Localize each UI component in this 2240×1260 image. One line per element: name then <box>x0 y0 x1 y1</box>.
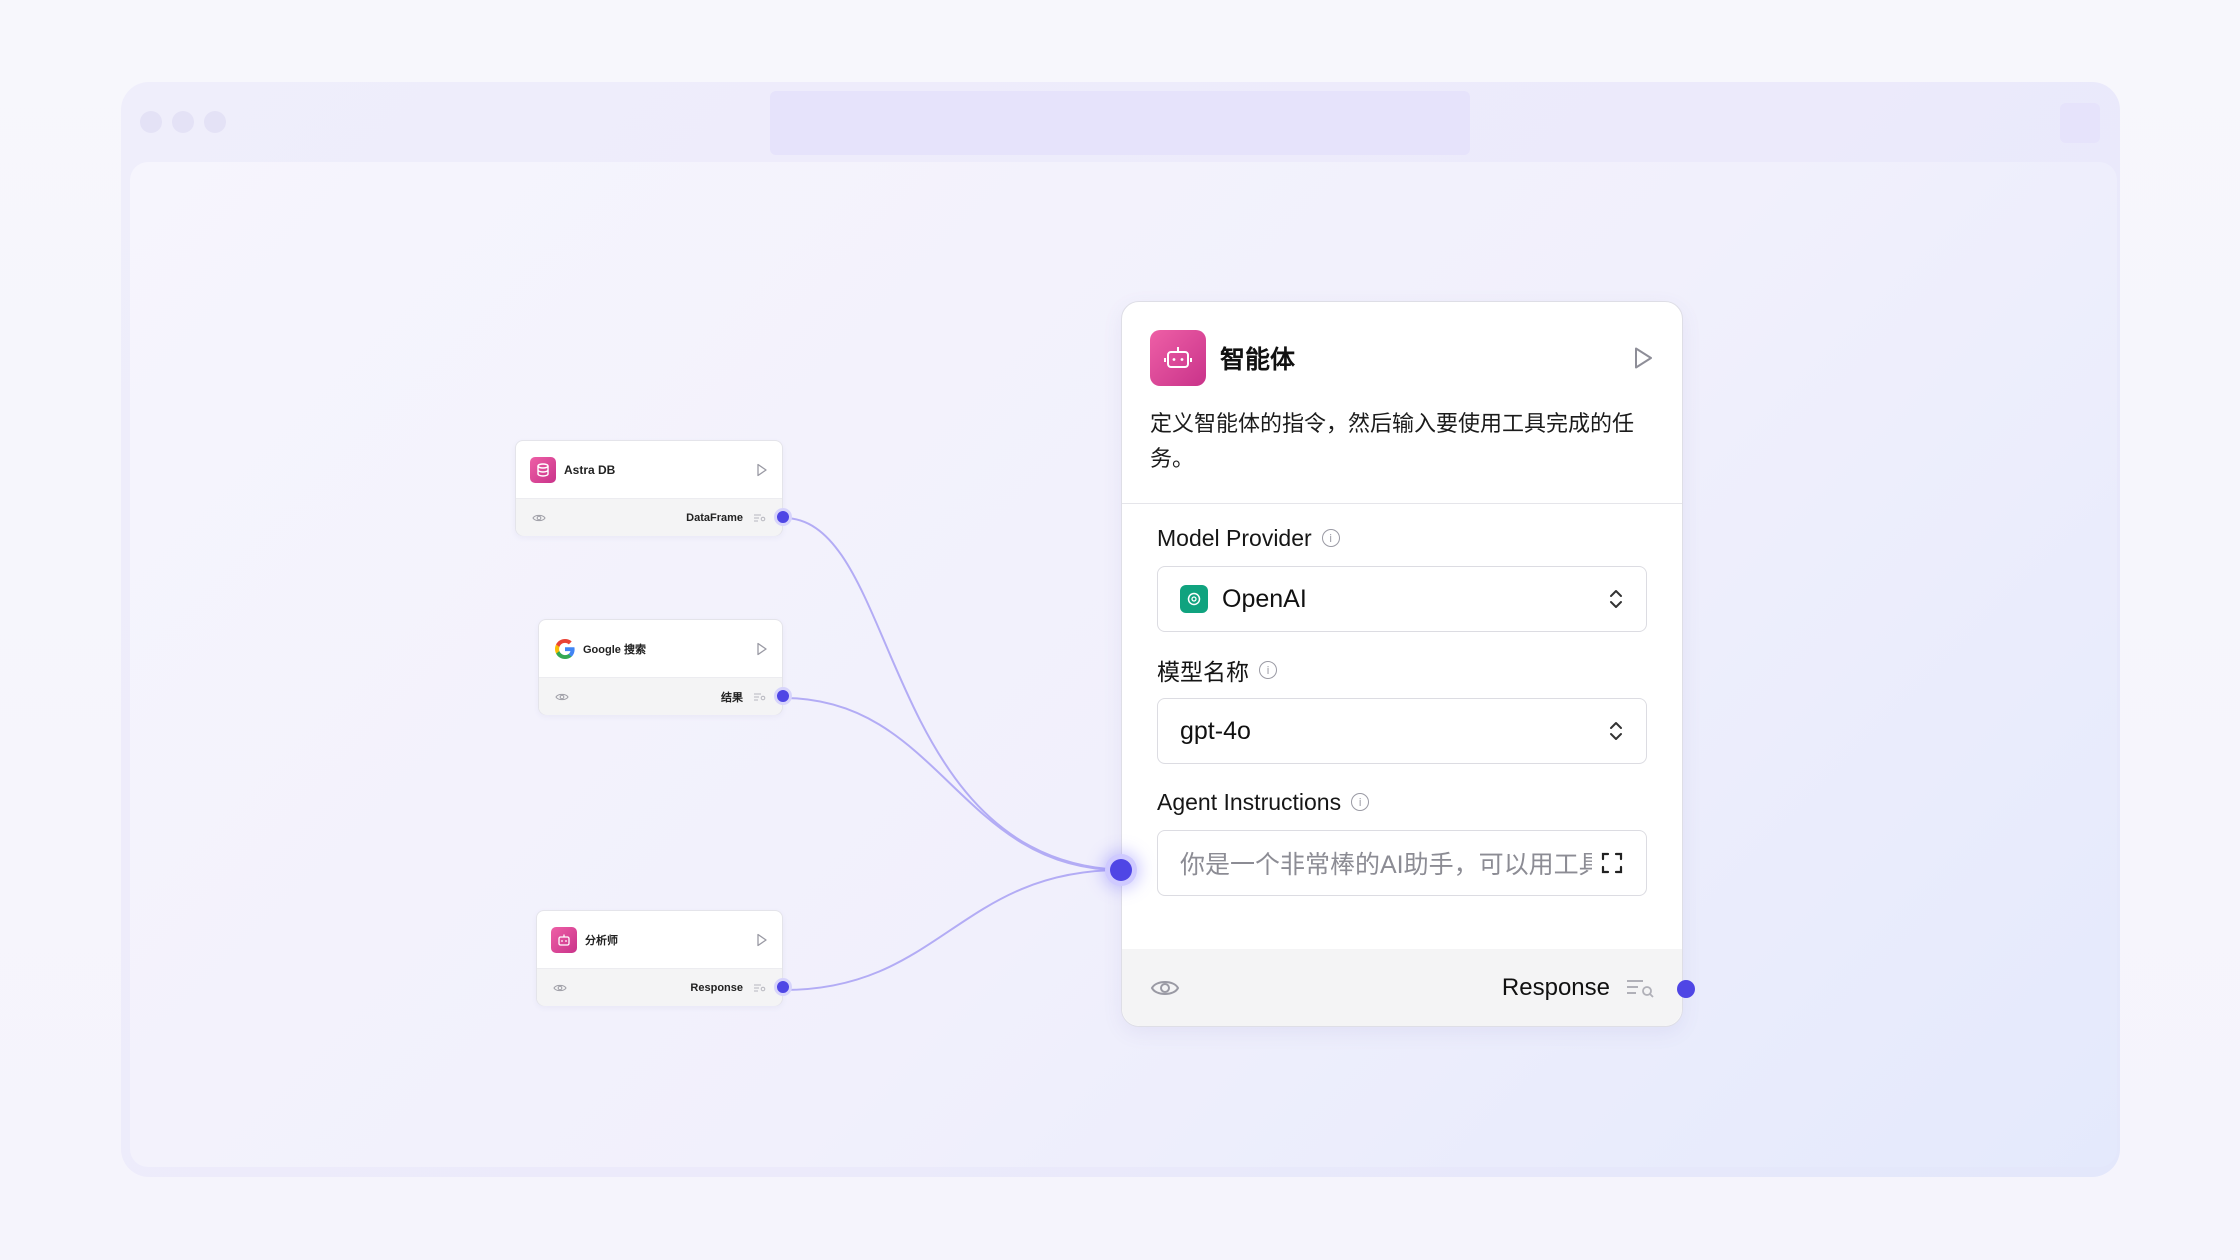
select-value: OpenAI <box>1222 584 1307 613</box>
node-agent[interactable]: 智能体 定义智能体的指令，然后输入要使用工具完成的任务。 Model Provi… <box>1121 301 1695 1027</box>
node-analyst[interactable]: 分析师 Response <box>536 910 792 1006</box>
output-handle[interactable] <box>1677 980 1695 998</box>
inspect-output-icon[interactable] <box>753 983 766 993</box>
play-icon[interactable] <box>756 642 768 656</box>
robot-icon <box>1150 330 1206 386</box>
field-label-model-provider: Model Provider i <box>1157 522 1647 554</box>
output-label: DataFrame <box>686 511 743 524</box>
field-label-model-name: 模型名称 i <box>1157 654 1647 686</box>
output-handle[interactable] <box>774 508 792 526</box>
window-dot[interactable] <box>172 111 194 133</box>
window-button[interactable] <box>2060 103 2100 143</box>
field-label-agent-instructions: Agent Instructions i <box>1157 786 1647 818</box>
field-label-text: Agent Instructions <box>1157 788 1342 815</box>
node-footer: Response <box>1122 949 1682 1026</box>
eye-icon[interactable] <box>553 983 567 993</box>
select-value: gpt-4o <box>1180 716 1251 745</box>
node-description: 定义智能体的指令，然后输入要使用工具完成的任务。 <box>1150 411 1635 471</box>
output-label: Response <box>1501 973 1610 1001</box>
robot-icon <box>551 926 577 953</box>
node-footer: DataFrame <box>516 498 782 536</box>
node-astra-db[interactable]: Astra DB DataFrame <box>515 440 792 536</box>
input-value: 你是一个非常棒的AI助手，可以用工具 <box>1180 851 1592 879</box>
output-label: 结果 <box>721 691 743 704</box>
field-label-text: Model Provider <box>1157 524 1312 551</box>
eye-icon[interactable] <box>555 692 569 702</box>
info-icon[interactable]: i <box>1351 793 1370 811</box>
chevron-updown-icon <box>1610 722 1622 740</box>
output-handle[interactable] <box>774 978 792 996</box>
inspect-output-icon[interactable] <box>753 692 766 702</box>
node-google-search[interactable]: Google 搜索 结果 <box>538 619 792 715</box>
eye-icon[interactable] <box>1150 977 1180 999</box>
node-footer: Response <box>537 968 782 1006</box>
play-icon[interactable] <box>1632 346 1654 370</box>
google-icon <box>555 638 575 659</box>
inspect-output-icon[interactable] <box>753 513 766 523</box>
field-label-text: 模型名称 <box>1157 659 1249 685</box>
window-dot[interactable] <box>204 111 226 133</box>
model-provider-select[interactable]: OpenAI <box>1157 566 1647 632</box>
info-icon[interactable]: i <box>1259 661 1277 679</box>
agent-header: 智能体 定义智能体的指令，然后输入要使用工具完成的任务。 <box>1122 302 1682 504</box>
eye-icon[interactable] <box>532 513 546 523</box>
node-header: Astra DB <box>516 441 782 498</box>
address-bar[interactable] <box>770 91 1470 155</box>
node-title: Google 搜索 <box>583 643 646 656</box>
node-title: 分析师 <box>585 934 618 947</box>
model-name-select[interactable]: gpt-4o <box>1157 698 1647 764</box>
inspect-output-icon[interactable] <box>1626 978 1654 998</box>
node-header: 分析师 <box>537 911 782 968</box>
node-header: Google 搜索 <box>539 620 782 677</box>
chevron-updown-icon <box>1610 590 1622 608</box>
output-label: Response <box>690 981 743 994</box>
node-title: Astra DB <box>564 462 616 477</box>
expand-icon[interactable] <box>1600 851 1624 875</box>
output-handle[interactable] <box>774 687 792 705</box>
agent-instructions-input[interactable]: 你是一个非常棒的AI助手，可以用工具 <box>1157 830 1647 896</box>
play-icon[interactable] <box>756 463 768 477</box>
database-icon <box>530 456 556 483</box>
node-title: 智能体 <box>1220 346 1296 374</box>
play-icon[interactable] <box>756 933 768 947</box>
openai-icon <box>1180 585 1208 613</box>
node-footer: 结果 <box>539 677 782 715</box>
window-dot[interactable] <box>140 111 162 133</box>
input-handle[interactable] <box>1110 859 1132 881</box>
info-icon[interactable]: i <box>1321 529 1340 547</box>
